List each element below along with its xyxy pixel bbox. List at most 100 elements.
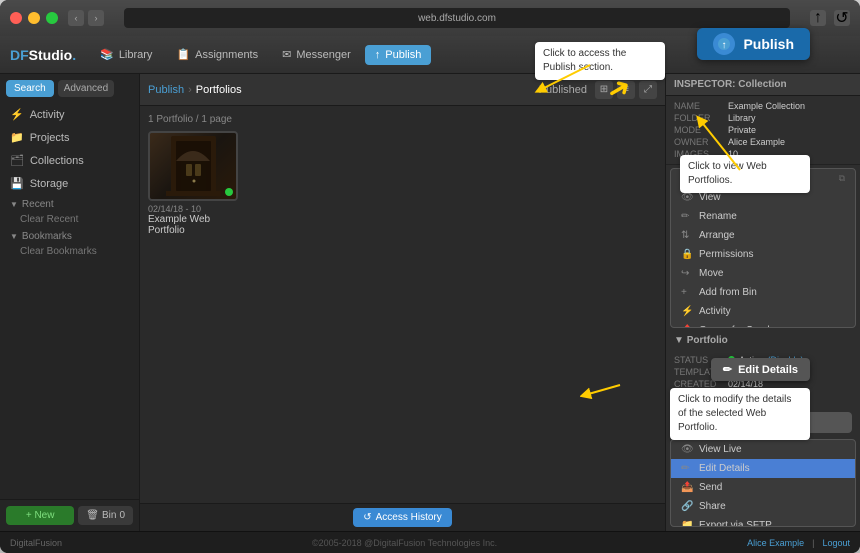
- advanced-button[interactable]: Advanced: [58, 80, 114, 97]
- back-button[interactable]: ‹: [68, 10, 84, 26]
- ctx-queue-send[interactable]: 📤 Queue for Send: [671, 321, 855, 328]
- content-footer: ↺ Access History: [140, 503, 665, 531]
- user-link[interactable]: Alice Example: [747, 538, 804, 548]
- inspector-header: INSPECTOR: Collection: [666, 74, 860, 96]
- ctx-add-from-bin[interactable]: + Add from Bin: [671, 283, 855, 302]
- tab-publish[interactable]: ↑ Publish: [365, 45, 432, 65]
- send-icon: 📤: [681, 482, 693, 493]
- thumbnail-placeholder: [150, 133, 236, 199]
- search-row: Search Advanced: [0, 74, 139, 103]
- grid-view-icon[interactable]: ⊞: [595, 81, 613, 99]
- bottom-bar: DigitalFusion ©2005-2018 @DigitalFusion …: [0, 531, 860, 553]
- search-button[interactable]: Search: [6, 80, 54, 97]
- portfolio-date: 02/14/18 - 10: [148, 204, 238, 214]
- activity-icon: ⚡: [10, 108, 24, 121]
- toolbar-icons: ⊞ ≡ ⤢: [595, 81, 657, 99]
- url-text: web.dfstudio.com: [418, 13, 496, 24]
- sidebar-item-storage[interactable]: 💾 Storage: [0, 172, 139, 195]
- clear-bookmarks[interactable]: Clear Bookmarks: [0, 244, 139, 259]
- top-nav: DFStudio. 📚 Library 📋 Assignments ✉ Mess…: [0, 36, 860, 74]
- refresh-icon[interactable]: ↺: [834, 10, 850, 26]
- permissions-icon: 🔒: [681, 249, 693, 260]
- portfolio-section-label: ▼ Portfolio: [666, 331, 860, 350]
- portfolio-status-section: STATUS Active (Disable) TEMPLATE HTML/Ja…: [666, 350, 860, 406]
- history-icon: ↺: [363, 512, 371, 523]
- library-icon: 📚: [100, 48, 114, 61]
- logout-link[interactable]: Logout: [822, 538, 850, 548]
- queue-icon: 📤: [681, 325, 693, 328]
- grid-info: 1 Portfolio / 1 page: [148, 114, 657, 125]
- portfolio-status-dot: [225, 188, 233, 196]
- close-button[interactable]: [10, 12, 22, 24]
- titlebar: ‹ › web.dfstudio.com ↑ ↺: [0, 0, 860, 36]
- bin-icon: 🗑: [86, 510, 99, 521]
- portfolio-thumbnail: [148, 131, 238, 201]
- grid-items: 02/14/18 - 10 Example Web Portfolio: [148, 131, 657, 236]
- tab-messenger[interactable]: ✉ Messenger: [272, 44, 361, 65]
- projects-icon: 📁: [10, 131, 24, 144]
- portfolio-grid: 1 Portfolio / 1 page: [140, 106, 665, 503]
- edit-details-icon: ✏: [681, 463, 693, 474]
- minimize-button[interactable]: [28, 12, 40, 24]
- published-tab[interactable]: Published: [539, 84, 587, 96]
- traffic-lights: [10, 12, 58, 24]
- ctx-activity-icon: ⚡: [681, 306, 693, 317]
- main-area: Search Advanced ⚡ Activity 📁 Projects 🗂 …: [0, 74, 860, 531]
- list-item[interactable]: 02/14/18 - 10 Example Web Portfolio: [148, 131, 238, 236]
- app-window: ‹ › web.dfstudio.com ↑ ↺ DFStudio. 📚 Lib…: [0, 0, 860, 553]
- access-history-button[interactable]: ↺ Access History: [353, 508, 452, 527]
- sidebar-item-activity[interactable]: ⚡ Activity: [0, 103, 139, 126]
- ctx-share-link[interactable]: 🔗 Share Link ⧉: [671, 169, 855, 188]
- ctx-move[interactable]: ↪ Move: [671, 264, 855, 283]
- portfolio-name: Example Web Portfolio: [148, 214, 238, 236]
- bin-button[interactable]: 🗑 Bin 0: [78, 506, 133, 525]
- assignments-icon: 📋: [176, 48, 190, 61]
- move-icon: ↪: [681, 268, 693, 279]
- breadcrumb-portfolios[interactable]: Portfolios: [196, 84, 242, 96]
- ctx-activity[interactable]: ⚡ Activity: [671, 302, 855, 321]
- collections-icon: 🗂: [10, 154, 24, 167]
- app-content: DFStudio. 📚 Library 📋 Assignments ✉ Mess…: [0, 36, 860, 553]
- inspector-collection-info: NAME Example Collection FOLDER Library M…: [666, 96, 860, 165]
- url-bar: web.dfstudio.com: [124, 8, 790, 28]
- status-dot: [728, 356, 735, 363]
- ctx-edit-details[interactable]: ✏ Edit Details: [671, 459, 855, 478]
- portfolio-context-menu: 👁 View Live ✏ Edit Details 📤 Send 🔗 Shar…: [670, 439, 856, 527]
- share-icon[interactable]: ↑: [810, 10, 826, 26]
- inspector-panel: INSPECTOR: Collection NAME Example Colle…: [665, 74, 860, 531]
- new-button[interactable]: + New: [6, 506, 74, 525]
- clear-recent[interactable]: Clear Recent: [0, 212, 139, 227]
- recent-arrow-icon: ▼: [10, 200, 18, 209]
- ctx-share-icon: 🔗: [681, 501, 693, 512]
- tab-assignments[interactable]: 📋 Assignments: [166, 44, 268, 65]
- bin-count: 0: [119, 510, 125, 521]
- ctx-view[interactable]: 👁 View: [671, 188, 855, 207]
- sftp-icon: 📁: [681, 520, 693, 527]
- expand-icon[interactable]: ⤢: [639, 81, 657, 99]
- context-menu: 🔗 Share Link ⧉ 👁 View ✏ Rename ⇅ Arr: [670, 168, 856, 328]
- sidebar-item-collections[interactable]: 🗂 Collections: [0, 149, 139, 172]
- edit-details-button[interactable]: ✏ Edit Details: [674, 412, 852, 433]
- storage-icon: 💾: [10, 177, 24, 190]
- bookmarks-section: ▼ Bookmarks: [0, 227, 139, 244]
- ctx-arrange[interactable]: ⇅ Arrange: [671, 226, 855, 245]
- messenger-icon: ✉: [282, 48, 291, 61]
- bottom-copyright: ©2005-2018 @DigitalFusion Technologies I…: [312, 538, 497, 548]
- breadcrumb-publish[interactable]: Publish: [148, 84, 184, 96]
- ctx-permissions[interactable]: 🔒 Permissions: [671, 245, 855, 264]
- ctx-share[interactable]: 🔗 Share: [671, 497, 855, 516]
- ctx-export-sftp[interactable]: 📁 Export via SFTP: [671, 516, 855, 527]
- nav-buttons: ‹ ›: [68, 10, 104, 26]
- list-view-icon[interactable]: ≡: [617, 81, 635, 99]
- ctx-view-live[interactable]: 👁 View Live: [671, 440, 855, 459]
- app-logo: DFStudio.: [10, 47, 76, 63]
- recent-section: ▼ Recent: [0, 195, 139, 212]
- maximize-button[interactable]: [46, 12, 58, 24]
- ctx-send[interactable]: 📤 Send: [671, 478, 855, 497]
- disable-link[interactable]: (Disable): [768, 355, 804, 365]
- forward-button[interactable]: ›: [88, 10, 104, 26]
- sidebar-item-projects[interactable]: 📁 Projects: [0, 126, 139, 149]
- tab-library[interactable]: 📚 Library: [90, 44, 162, 65]
- share-link-icon: 🔗: [681, 173, 693, 184]
- ctx-rename[interactable]: ✏ Rename: [671, 207, 855, 226]
